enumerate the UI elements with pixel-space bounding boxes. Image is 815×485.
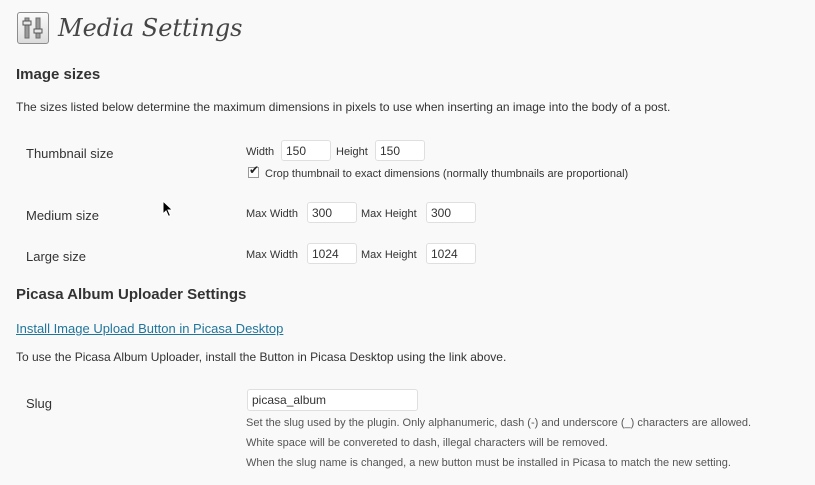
thumbnail-height-label: Height [336, 146, 368, 158]
install-picasa-button-link[interactable]: Install Image Upload Button in Picasa De… [16, 321, 283, 336]
thumbnail-size-label: Thumbnail size [26, 146, 114, 161]
slug-help-line-3: When the slug name is changed, a new but… [246, 457, 731, 469]
image-sizes-description: The sizes listed below determine the max… [16, 100, 671, 114]
large-max-height-label: Max Height [361, 249, 417, 261]
thumbnail-width-input[interactable] [281, 140, 331, 161]
picasa-description: To use the Picasa Album Uploader, instal… [16, 350, 507, 364]
thumbnail-height-input[interactable] [375, 140, 425, 161]
image-sizes-heading: Image sizes [16, 66, 101, 83]
large-max-width-input[interactable] [307, 243, 357, 264]
medium-max-height-label: Max Height [361, 208, 417, 220]
mouse-pointer-icon [162, 199, 174, 223]
thumbnail-width-label: Width [246, 146, 275, 158]
crop-thumbnail-label: Crop thumbnail to exact dimensions (norm… [265, 168, 629, 180]
medium-max-width-label: Max Width [246, 208, 298, 220]
medium-max-width-input[interactable] [307, 202, 357, 223]
slug-label: Slug [26, 396, 53, 411]
medium-max-height-input[interactable] [426, 202, 476, 223]
checkmark-icon: ✔ [249, 163, 260, 177]
large-size-label: Large size [26, 249, 86, 264]
large-max-width-label: Max Width [246, 249, 298, 261]
page-title: Media Settings [58, 14, 243, 42]
media-settings-page: Media Settings Image sizes The sizes lis… [0, 0, 815, 485]
slug-help-line-2: White space will be convereted to dash, … [246, 437, 608, 449]
slug-input[interactable] [247, 389, 418, 411]
large-max-height-input[interactable] [426, 243, 476, 264]
crop-thumbnail-checkbox[interactable]: ✔ [248, 163, 260, 178]
slug-help-line-1: Set the slug used by the plugin. Only al… [246, 417, 752, 429]
picasa-settings-heading: Picasa Album Uploader Settings [16, 286, 247, 303]
settings-sliders-icon [17, 12, 49, 44]
medium-size-label: Medium size [26, 208, 99, 223]
